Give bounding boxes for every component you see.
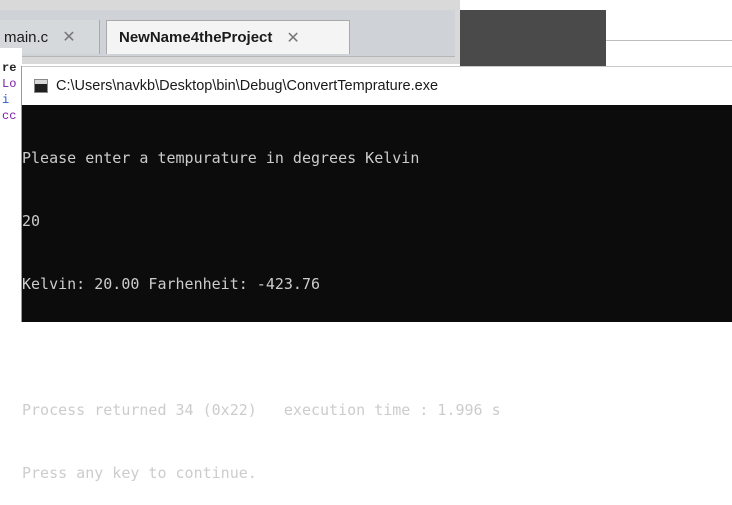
console-line: Press any key to continue. <box>22 464 257 482</box>
ide-dark-panel <box>460 10 606 66</box>
tab-label: NewName4theProject <box>119 29 273 46</box>
tab-newname4theproject[interactable]: NewName4theProject ✕ <box>106 20 350 54</box>
window-title: C:\Users\navkb\Desktop\bin\Debug\Convert… <box>56 78 439 94</box>
editor-tab-bar: main.c ✕ NewName4theProject ✕ <box>0 10 455 57</box>
code-fragment: i <box>2 93 10 107</box>
tab-label: main.c <box>4 28 49 46</box>
console-line: Process returned 34 (0x22) execution tim… <box>22 401 501 419</box>
console-line: Please enter a tempurature in degrees Ke… <box>22 149 420 167</box>
divider <box>606 40 732 41</box>
console-app-icon[interactable] <box>34 79 48 93</box>
code-fragment: cc <box>2 109 17 123</box>
console-titlebar[interactable]: C:\Users\navkb\Desktop\bin\Debug\Convert… <box>22 66 732 105</box>
console-line: Kelvin: 20.00 Farhenheit: -423.76 <box>22 275 321 293</box>
console-line: 20 <box>22 212 41 230</box>
ide-toolbar-area <box>606 10 732 40</box>
code-fragment: Lo <box>2 77 17 91</box>
code-fragments: re Lo i cc <box>2 60 16 124</box>
code-fragment: re <box>2 61 17 75</box>
console-output: Please enter a tempurature in degrees Ke… <box>22 106 728 505</box>
close-icon[interactable]: ✕ <box>286 28 299 48</box>
close-icon[interactable]: ✕ <box>62 27 75 47</box>
